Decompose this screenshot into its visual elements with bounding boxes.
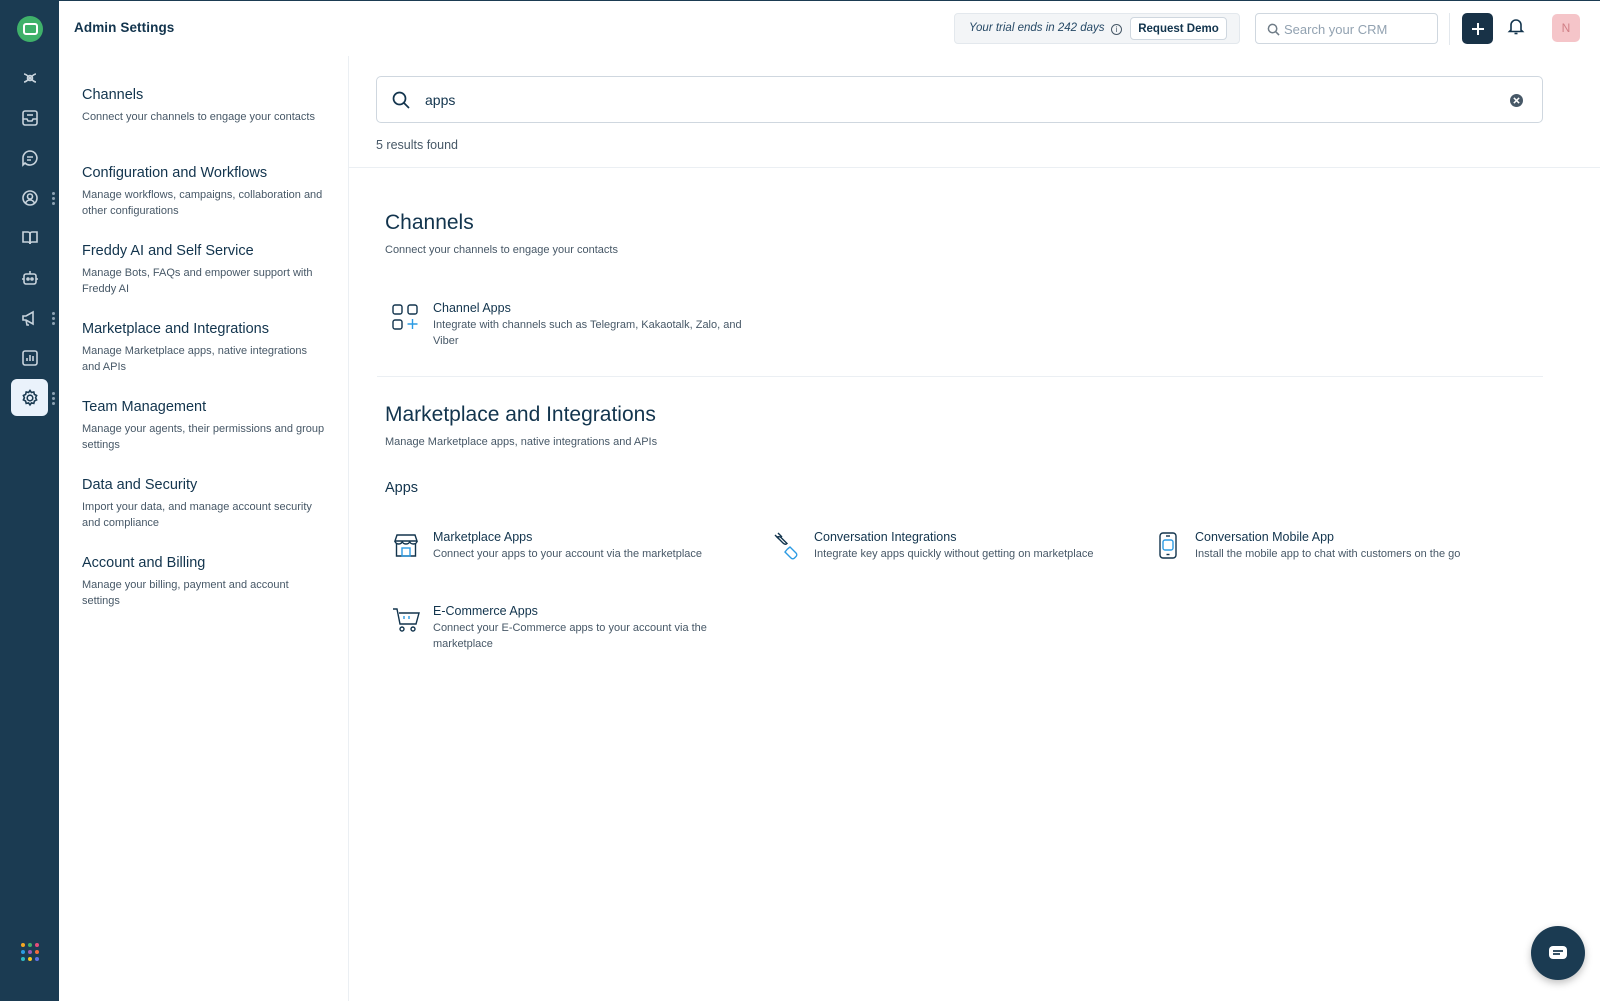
app-grid-dot [28,950,32,954]
contacts-icon[interactable] [11,179,48,216]
user-avatar[interactable]: N [1552,14,1580,42]
nav-item-desc: Import your data, and manage account sec… [82,501,312,529]
result-desc: Install the mobile app to chat with cust… [1195,548,1461,560]
mobile-app-icon [1153,530,1185,562]
nav-item-data-security[interactable]: Data and Security Import your data, and … [82,476,327,531]
nav-item-title: Team Management [82,399,207,415]
nav-item-desc: Manage your billing, payment and account… [82,579,289,607]
nav-item-title: Data and Security [82,477,198,493]
campaigns-icon[interactable] [11,299,48,336]
result-title: Marketplace Apps [433,530,533,544]
info-icon[interactable]: i [1111,24,1122,35]
app-grid-dot [21,943,25,947]
settings-category-nav: Channels Connect your channels to engage… [59,56,349,1001]
trial-text: Your trial ends in 242 days [969,22,1105,34]
app-grid-dot [21,957,25,961]
nav-item-desc: Connect your channels to engage your con… [82,111,315,123]
search-icon [1267,23,1280,36]
nav-item-title: Freddy AI and Self Service [82,243,254,259]
top-header: Admin Settings Your trial ends in 242 da… [59,0,1600,56]
nav-item-freddy-ai[interactable]: Freddy AI and Self Service Manage Bots, … [82,242,327,297]
settings-search-input[interactable] [425,89,1475,111]
settings-more-dots[interactable] [52,392,55,405]
result-title: E-Commerce Apps [433,604,538,618]
app-grid-dot [28,957,32,961]
app-switcher-grid-icon[interactable] [21,943,39,961]
notifications-bell-icon[interactable] [1506,16,1530,40]
nav-item-title: Marketplace and Integrations [82,321,269,337]
section-title-channels: Channels [385,211,474,234]
nav-item-channels[interactable]: Channels Connect your channels to engage… [82,86,327,126]
nav-item-account-billing[interactable]: Account and Billing Manage your billing,… [82,554,327,609]
request-demo-button[interactable]: Request Demo [1130,17,1227,40]
campaigns-more-dots[interactable] [52,312,55,325]
plug-integration-icon [772,530,804,562]
chat-bubble-icon [1549,946,1567,959]
result-title: Conversation Mobile App [1195,530,1334,544]
marketplace-store-icon [391,530,423,562]
result-desc: Integrate with channels such as Telegram… [433,319,742,347]
search-results-panel: 5 results found Channels Connect your ch… [349,56,1600,1001]
nav-item-marketplace-integrations[interactable]: Marketplace and Integrations Manage Mark… [82,320,327,375]
page-title: Admin Settings [74,20,175,35]
app-grid-dot [35,950,39,954]
app-grid-dot [28,943,32,947]
clear-search-icon[interactable] [1510,94,1523,107]
nav-item-team-management[interactable]: Team Management Manage your agents, thei… [82,398,327,453]
search-icon [391,90,411,110]
nav-item-title: Configuration and Workflows [82,165,268,181]
crm-search-input[interactable] [1284,20,1424,38]
result-desc: Connect your E-Commerce apps to your acc… [433,622,707,650]
section-desc-marketplace: Manage Marketplace apps, native integrat… [385,436,658,448]
reports-icon[interactable] [11,339,48,376]
result-desc: Connect your apps to your account via th… [433,548,703,560]
chat-widget-button[interactable] [1531,926,1585,980]
shopping-cart-icon [391,604,423,636]
result-title: Channel Apps [433,301,511,315]
nav-item-title: Channels [82,87,144,103]
freddy-ai-icon[interactable] [11,59,48,96]
result-title: Conversation Integrations [814,530,957,544]
left-rail [0,0,59,1001]
plus-icon [1471,22,1484,35]
knowledge-base-icon[interactable] [11,219,48,256]
channel-apps-icon [391,301,423,333]
header-divider [1449,13,1450,45]
section-title-marketplace: Marketplace and Integrations [385,403,656,426]
nav-item-desc: Manage Bots, FAQs and empower support wi… [82,267,313,295]
nav-item-desc: Manage workflows, campaigns, collaborati… [82,189,323,217]
nav-item-title: Account and Billing [82,555,206,571]
result-desc: Integrate key apps quickly without getti… [814,548,1094,560]
nav-item-configuration-workflows[interactable]: Configuration and Workflows Manage workf… [82,164,327,219]
settings-search-area: 5 results found [349,56,1600,168]
section-divider [377,376,1543,377]
results-count: 5 results found [376,138,458,152]
conversations-icon[interactable] [11,139,48,176]
contacts-more-dots[interactable] [52,192,55,205]
app-grid-dot [21,950,25,954]
subsection-title-apps: Apps [385,480,419,496]
app-grid-dot [35,957,39,961]
bots-icon[interactable] [11,259,48,296]
crm-search-box[interactable] [1255,13,1438,44]
app-logo[interactable] [17,16,43,42]
nav-item-desc: Manage your agents, their permissions an… [82,423,325,451]
trial-banner: Your trial ends in 242 days i Request De… [954,13,1240,44]
add-new-button[interactable] [1462,13,1493,44]
nav-item-desc: Manage Marketplace apps, native integrat… [82,345,308,373]
app-grid-dot [35,943,39,947]
settings-search-box[interactable] [376,76,1543,123]
inbox-icon[interactable] [11,99,48,136]
section-desc-channels: Connect your channels to engage your con… [385,244,618,256]
settings-icon[interactable] [11,379,48,416]
